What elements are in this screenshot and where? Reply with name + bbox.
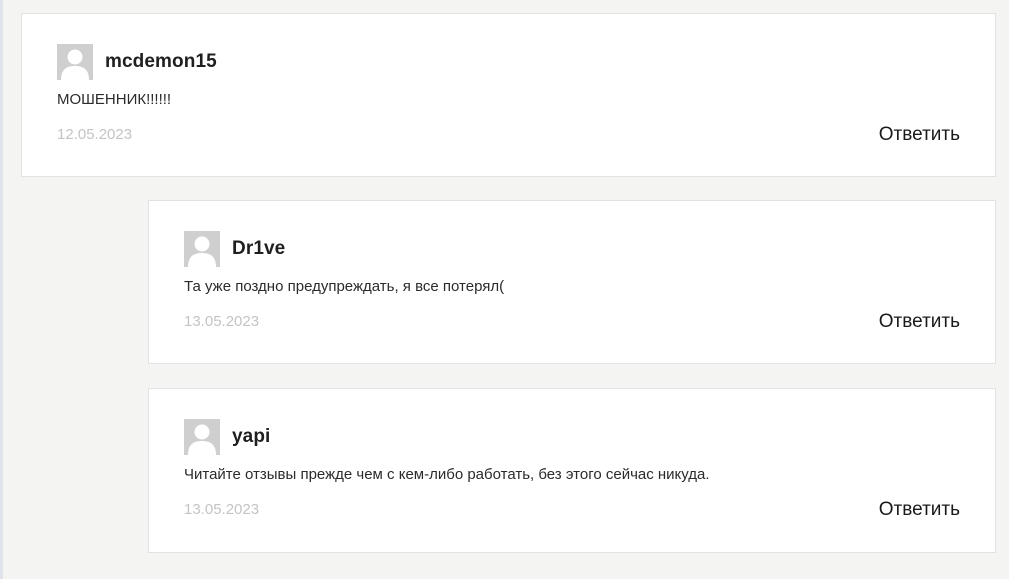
comment-header: Dr1ve [184,231,285,267]
avatar-user-icon [184,231,220,267]
avatar-user-icon [57,44,93,80]
comment-card: yapi Читайте отзывы прежде чем с кем-либ… [148,388,996,553]
comment-date: 13.05.2023 [184,313,260,330]
comment-date: 13.05.2023 [184,501,260,518]
reply-button[interactable]: Ответить [879,499,960,521]
reply-button[interactable]: Ответить [879,311,960,333]
thread-left-rule [0,0,3,579]
comment-author: yapi [232,426,271,447]
comment-card: Dr1ve Та уже поздно предупреждать, я все… [148,200,996,364]
reply-button[interactable]: Ответить [879,124,960,146]
comment-date: 12.05.2023 [57,126,133,143]
comment-text: Та уже поздно предупреждать, я все потер… [184,278,505,295]
comment-author: Dr1ve [232,238,286,259]
comment-header: mcdemon15 [57,44,217,80]
comment-text: МОШЕННИК!!!!!! [57,91,172,108]
comment-card: mcdemon15 МОШЕННИК!!!!!! 12.05.2023 Отве… [21,13,996,177]
comment-header: yapi [184,419,270,455]
avatar-user-icon [184,419,220,455]
comment-text: Читайте отзывы прежде чем с кем-либо раб… [184,466,710,483]
comment-author: mcdemon15 [105,51,217,72]
